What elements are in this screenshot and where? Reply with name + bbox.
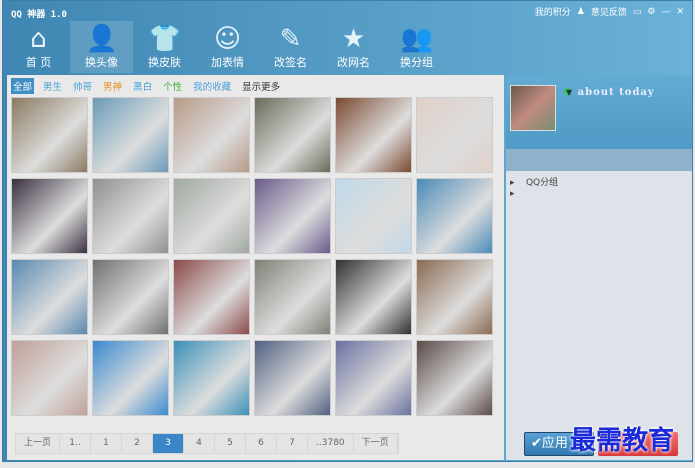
watermark: 最需教育: [570, 426, 675, 456]
avatar-thumbnail[interactable]: [92, 340, 169, 416]
page-button[interactable]: 2: [122, 434, 154, 453]
next-page-button[interactable]: 下一页: [353, 434, 398, 453]
group-icon: 👥: [400, 24, 433, 54]
nav-label: 换分组: [400, 56, 433, 69]
category-tab[interactable]: 帅哥: [71, 78, 94, 94]
nav-label: 换皮肤: [148, 56, 181, 69]
nav-item[interactable]: 👥 换分组: [385, 21, 448, 73]
feedback-link[interactable]: 意见反馈: [591, 5, 627, 18]
home-icon: ⌂: [30, 24, 47, 54]
nav-label: 加表情: [211, 56, 244, 69]
avatar-thumbnail[interactable]: [254, 97, 331, 173]
category-tab[interactable]: 男神: [101, 78, 124, 94]
nav-label: 首 页: [25, 56, 52, 69]
avatar-thumbnail[interactable]: [173, 340, 250, 416]
avatar-thumbnail[interactable]: [254, 178, 331, 254]
page-button[interactable]: 5: [215, 434, 247, 453]
nav-item[interactable]: ⌂ 首 页: [7, 21, 70, 73]
nav-label: 换头像: [85, 56, 118, 69]
page-button[interactable]: 1: [91, 434, 123, 453]
page-button[interactable]: 7: [277, 434, 309, 453]
category-tab[interactable]: 个性: [161, 78, 184, 94]
avatar-thumbnail[interactable]: [173, 178, 250, 254]
category-tab[interactable]: 黑白: [131, 78, 154, 94]
category-tab[interactable]: 男生: [41, 78, 64, 94]
nav-label: 改网名: [337, 56, 370, 69]
my-points-link[interactable]: 我的积分: [535, 5, 571, 18]
avatar-thumbnail[interactable]: [11, 259, 88, 335]
current-avatar: [510, 85, 556, 131]
pagination: 上一页 1.. 1 2 3 4 5 6 7 ..3780 下一页: [15, 433, 399, 454]
page-button[interactable]: 1..: [60, 434, 92, 453]
preview-panel: ● ▼ about today ▸ QQ分组 ▸ ✔应用: [506, 75, 692, 460]
avatar-panel: 全部 男生 帅哥 男神 黑白 个性 我的收藏 显示更多 上一页 1.. 1 2 3 4 5 6 7 ..378…: [7, 75, 504, 460]
avatar-thumbnail[interactable]: [416, 259, 493, 335]
avatar-thumbnail[interactable]: [416, 178, 493, 254]
page-button[interactable]: 4: [184, 434, 216, 453]
avatar-thumbnail[interactable]: [416, 340, 493, 416]
window-title: QQ 神器 1.0: [11, 10, 67, 20]
avatar-thumbnail[interactable]: [335, 340, 412, 416]
avatar-thumbnail[interactable]: [335, 97, 412, 173]
group-item[interactable]: ▸: [510, 189, 515, 199]
avatar-thumbnail[interactable]: [11, 97, 88, 173]
avatar-icon: 👤: [85, 24, 118, 54]
nav-item[interactable]: 👕 换皮肤: [133, 21, 196, 73]
page-button[interactable]: 3: [153, 434, 185, 453]
avatar-thumbnail[interactable]: [11, 340, 88, 416]
avatar-thumbnail[interactable]: [173, 97, 250, 173]
app-window: QQ 神器 1.0 我的积分 ♟ 意见反馈 ▭ ⚙ — ✕ ⌂ 首 页 👤 换头像 👕 换…: [2, 0, 693, 462]
close-button[interactable]: ✕: [676, 7, 684, 17]
avatar-thumbnail[interactable]: [173, 259, 250, 335]
nav-item[interactable]: ✎ 改签名: [259, 21, 322, 73]
avatar-thumbnail[interactable]: [416, 97, 493, 173]
nav-item[interactable]: ☺ 加表情: [196, 21, 259, 73]
star-icon: ★: [341, 24, 366, 54]
gear-icon[interactable]: ⚙: [647, 7, 655, 17]
avatar-grid: [11, 97, 493, 416]
smiley-icon: ☺: [213, 24, 242, 54]
nickname: ▼ about today: [566, 87, 655, 98]
nav-item[interactable]: 👤 换头像: [70, 21, 133, 73]
main-nav: ⌂ 首 页 👤 换头像 👕 换皮肤 ☺ 加表情 ✎ 改签名 ★ 改网名 👥 换分组: [7, 21, 448, 73]
nav-label: 改签名: [274, 56, 307, 69]
category-tab[interactable]: 我的收藏: [191, 78, 233, 94]
category-bar: 全部 男生 帅哥 男神 黑白 个性 我的收藏 显示更多: [11, 78, 282, 94]
minimize-button[interactable]: —: [661, 7, 670, 17]
points-icon: ♟: [576, 6, 585, 17]
group-item[interactable]: ▸ QQ分组: [510, 175, 558, 188]
avatar-thumbnail[interactable]: [335, 259, 412, 335]
page-button[interactable]: ..3780: [308, 434, 354, 453]
avatar-thumbnail[interactable]: [92, 97, 169, 173]
avatar-thumbnail[interactable]: [335, 178, 412, 254]
category-tab[interactable]: 显示更多: [240, 78, 282, 94]
avatar-thumbnail[interactable]: [254, 340, 331, 416]
prev-page-button[interactable]: 上一页: [16, 434, 61, 453]
avatar-thumbnail[interactable]: [92, 178, 169, 254]
page-button[interactable]: 6: [246, 434, 278, 453]
avatar-thumbnail[interactable]: [92, 259, 169, 335]
avatar-thumbnail[interactable]: [254, 259, 331, 335]
chat-icon[interactable]: ▭: [633, 7, 642, 17]
pen-tag-icon: ✎: [279, 24, 302, 54]
nav-item[interactable]: ★ 改网名: [322, 21, 385, 73]
avatar-thumbnail[interactable]: [11, 178, 88, 254]
category-tab[interactable]: 全部: [11, 78, 35, 94]
shirt-icon: 👕: [148, 24, 181, 54]
